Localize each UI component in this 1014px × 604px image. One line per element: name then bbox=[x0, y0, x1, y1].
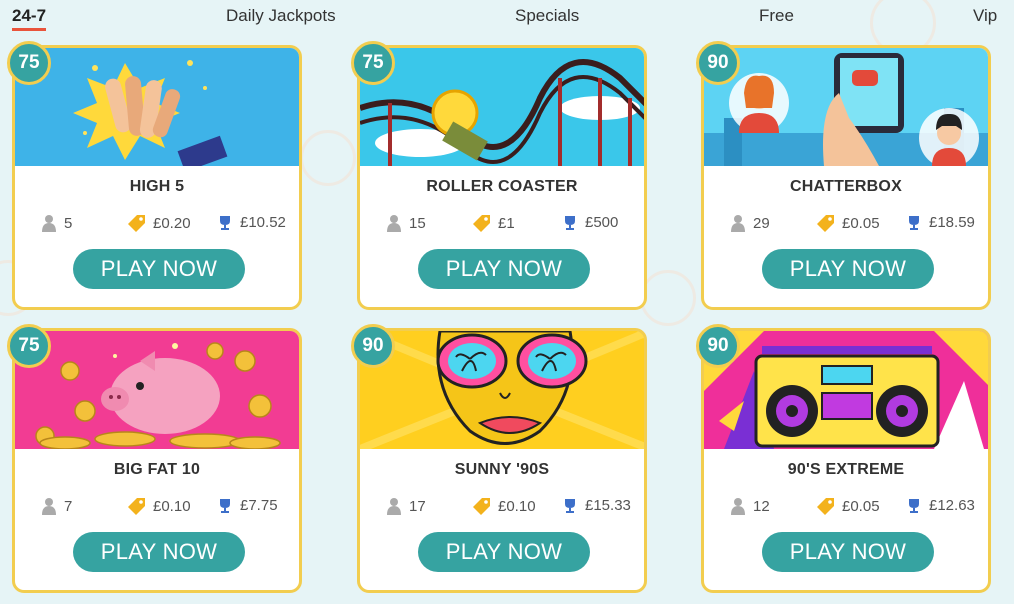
game-card-90s-extreme[interactable]: 90'S EXTREME 12 £0.05 £12.63 PLAY NOW bbox=[701, 328, 991, 593]
play-now-button[interactable]: PLAY NOW bbox=[418, 249, 590, 289]
price-stat: £1 bbox=[473, 214, 515, 232]
players-stat: 17 bbox=[386, 497, 426, 515]
game-art-boombox bbox=[704, 331, 988, 449]
price-stat: £0.10 bbox=[473, 497, 536, 515]
players-count: 7 bbox=[64, 497, 73, 515]
tab-vip[interactable]: Vip bbox=[973, 6, 997, 26]
game-art-sunglasses bbox=[360, 331, 644, 449]
game-card-roller-coaster[interactable]: ROLLER COASTER 15 £1 £500 PLAY NOW bbox=[357, 45, 647, 310]
game-art-chatterbox bbox=[704, 48, 988, 166]
ball-count-badge: 75 bbox=[7, 324, 51, 368]
play-now-button[interactable]: PLAY NOW bbox=[73, 532, 245, 572]
game-card-high-5[interactable]: HIGH 5 5 £0.20 £10.52 PLAY NOW bbox=[12, 45, 302, 310]
trophy-icon bbox=[220, 215, 230, 230]
game-card-big-fat-10[interactable]: BIG FAT 10 7 £0.10 £7.75 PLAY NOW bbox=[12, 328, 302, 593]
tab-free[interactable]: Free bbox=[759, 6, 794, 26]
ball-count-badge: 90 bbox=[696, 41, 740, 85]
ticket-price: £0.10 bbox=[498, 497, 536, 515]
ball-count-badge: 90 bbox=[696, 324, 740, 368]
play-now-button[interactable]: PLAY NOW bbox=[762, 532, 934, 572]
category-tabs: 24-7 Daily Jackpots Specials Free Vip bbox=[0, 0, 1014, 31]
tab-specials[interactable]: Specials bbox=[515, 6, 579, 26]
game-title: BIG FAT 10 bbox=[113, 461, 201, 478]
background-decoration bbox=[300, 130, 356, 186]
trophy-icon bbox=[565, 215, 575, 230]
players-stat: 12 bbox=[730, 497, 770, 515]
players-stat: 29 bbox=[730, 214, 770, 232]
players-stat: 7 bbox=[41, 497, 72, 515]
person-icon bbox=[731, 498, 745, 515]
game-stats: 29 £0.05 £18.59 bbox=[704, 214, 988, 234]
game-title: SUNNY '90S bbox=[454, 461, 550, 478]
game-art-high-five bbox=[15, 48, 299, 166]
background-decoration bbox=[640, 270, 696, 326]
tab-24-7[interactable]: 24-7 bbox=[12, 6, 47, 31]
ticket-price: £0.05 bbox=[842, 497, 880, 515]
game-card-sunny-90s[interactable]: SUNNY '90S 17 £0.10 £15.33 PLAY NOW bbox=[357, 328, 647, 593]
players-stat: 15 bbox=[386, 214, 426, 232]
ticket-price: £0.05 bbox=[842, 214, 880, 232]
price-tag-icon bbox=[817, 215, 834, 232]
price-tag-icon bbox=[817, 498, 834, 515]
price-tag-icon bbox=[473, 498, 490, 515]
game-art-roller-coaster bbox=[360, 48, 644, 166]
jackpot-stat: £12.63 bbox=[906, 497, 975, 514]
game-stats: 12 £0.05 £12.63 bbox=[704, 497, 988, 517]
jackpot-stat: £18.59 bbox=[906, 214, 975, 231]
ticket-price: £0.10 bbox=[153, 497, 191, 515]
price-stat: £0.05 bbox=[817, 497, 880, 515]
ball-count-badge: 75 bbox=[7, 41, 51, 85]
players-count: 5 bbox=[64, 214, 73, 232]
game-stats: 17 £0.10 £15.33 bbox=[360, 497, 644, 517]
price-tag-icon bbox=[473, 215, 490, 232]
price-tag-icon bbox=[128, 215, 145, 232]
person-icon bbox=[387, 215, 401, 232]
players-count: 17 bbox=[409, 497, 426, 515]
price-stat: £0.10 bbox=[128, 497, 191, 515]
ball-count-badge: 75 bbox=[351, 41, 395, 85]
game-stats: 5 £0.20 £10.52 bbox=[15, 214, 299, 234]
jackpot-stat: £7.75 bbox=[217, 497, 278, 514]
tab-daily-jackpots[interactable]: Daily Jackpots bbox=[226, 6, 336, 26]
play-now-button[interactable]: PLAY NOW bbox=[762, 249, 934, 289]
game-art-piggy-bank bbox=[15, 331, 299, 449]
ticket-price: £0.20 bbox=[153, 214, 191, 232]
game-stats: 7 £0.10 £7.75 bbox=[15, 497, 299, 517]
players-count: 29 bbox=[753, 214, 770, 232]
play-now-button[interactable]: PLAY NOW bbox=[73, 249, 245, 289]
price-tag-icon bbox=[128, 498, 145, 515]
person-icon bbox=[387, 498, 401, 515]
price-stat: £0.05 bbox=[817, 214, 880, 232]
game-title: CHATTERBOX bbox=[790, 178, 902, 195]
jackpot-stat: £10.52 bbox=[217, 214, 286, 231]
game-title: 90'S EXTREME bbox=[787, 461, 905, 478]
jackpot-amount: £7.75 bbox=[240, 497, 278, 514]
jackpot-amount: £15.33 bbox=[585, 497, 631, 514]
ticket-price: £1 bbox=[498, 214, 515, 232]
person-icon bbox=[731, 215, 745, 232]
players-count: 12 bbox=[753, 497, 770, 515]
players-count: 15 bbox=[409, 214, 426, 232]
game-title: ROLLER COASTER bbox=[426, 178, 578, 195]
game-title: HIGH 5 bbox=[129, 178, 185, 195]
trophy-icon bbox=[220, 498, 230, 513]
play-now-button[interactable]: PLAY NOW bbox=[418, 532, 590, 572]
game-card-chatterbox[interactable]: CHATTERBOX 29 £0.05 £18.59 PLAY NOW bbox=[701, 45, 991, 310]
game-stats: 15 £1 £500 bbox=[360, 214, 644, 234]
jackpot-amount: £18.59 bbox=[929, 214, 975, 231]
trophy-icon bbox=[565, 498, 575, 513]
trophy-icon bbox=[909, 498, 919, 513]
person-icon bbox=[42, 498, 56, 515]
jackpot-stat: £500 bbox=[562, 214, 618, 231]
price-stat: £0.20 bbox=[128, 214, 191, 232]
players-stat: 5 bbox=[41, 214, 72, 232]
jackpot-stat: £15.33 bbox=[562, 497, 631, 514]
trophy-icon bbox=[909, 215, 919, 230]
jackpot-amount: £12.63 bbox=[929, 497, 975, 514]
jackpot-amount: £10.52 bbox=[240, 214, 286, 231]
ball-count-badge: 90 bbox=[351, 324, 395, 368]
jackpot-amount: £500 bbox=[585, 214, 619, 231]
person-icon bbox=[42, 215, 56, 232]
